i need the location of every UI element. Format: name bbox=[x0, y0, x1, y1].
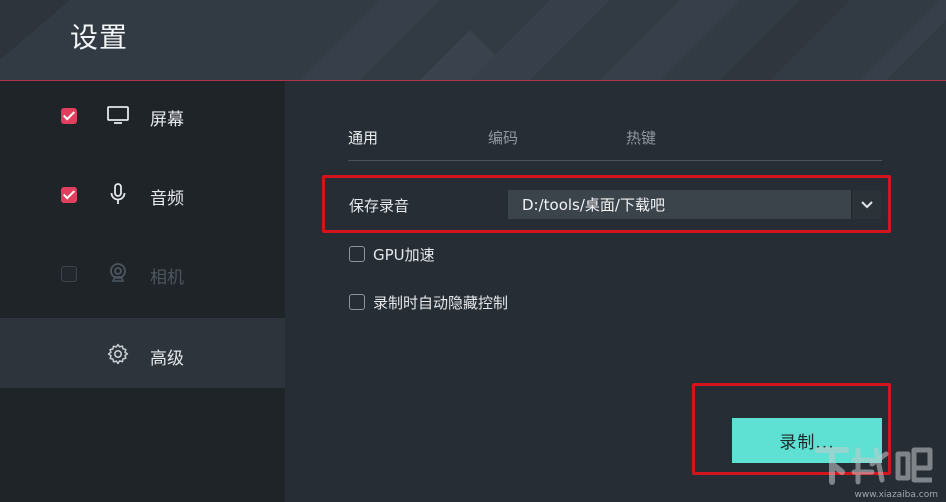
tab-encoding[interactable]: 编码 bbox=[488, 127, 518, 148]
microphone-icon bbox=[110, 183, 126, 204]
sidebar-item-camera: 相机 bbox=[0, 239, 285, 309]
settings-panel: 通用 编码 热键 保存录音 D:/tools/桌面/下载吧 GPU加速 录制时自… bbox=[285, 81, 946, 502]
tab-general[interactable]: 通用 bbox=[348, 127, 378, 148]
sidebar-item-screen[interactable]: 屏幕 bbox=[0, 81, 285, 151]
audio-checkbox[interactable] bbox=[61, 187, 77, 203]
gpu-acceleration-label: GPU加速 bbox=[373, 246, 435, 264]
highlight-box-save-path bbox=[322, 175, 891, 233]
monitor-icon bbox=[107, 106, 129, 124]
sidebar: 屏幕 音频 相机 高级 bbox=[0, 81, 285, 502]
gear-icon bbox=[107, 343, 129, 365]
watermark-url: www.xiazaiba.com bbox=[854, 490, 938, 500]
page-title: 设置 bbox=[70, 21, 129, 54]
sidebar-item-label: 高级 bbox=[150, 349, 184, 369]
header-stripes-decoration bbox=[0, 0, 946, 80]
window-header: 设置 bbox=[0, 0, 946, 81]
sidebar-item-label: 相机 bbox=[150, 268, 184, 288]
tab-hotkeys[interactable]: 热键 bbox=[626, 127, 656, 148]
camera-checkbox bbox=[61, 266, 77, 282]
sidebar-item-audio[interactable]: 音频 bbox=[0, 160, 285, 230]
auto-hide-controls-label: 录制时自动隐藏控制 bbox=[373, 294, 509, 312]
sidebar-item-label: 屏幕 bbox=[150, 110, 184, 130]
settings-tabs: 通用 编码 热键 bbox=[348, 124, 882, 161]
sidebar-item-advanced[interactable]: 高级 bbox=[0, 318, 285, 388]
webcam-icon bbox=[110, 263, 126, 282]
sidebar-item-label: 音频 bbox=[150, 189, 184, 209]
gpu-acceleration-checkbox[interactable] bbox=[349, 246, 365, 262]
auto-hide-controls-checkbox[interactable] bbox=[349, 294, 365, 310]
screen-checkbox[interactable] bbox=[61, 108, 77, 124]
